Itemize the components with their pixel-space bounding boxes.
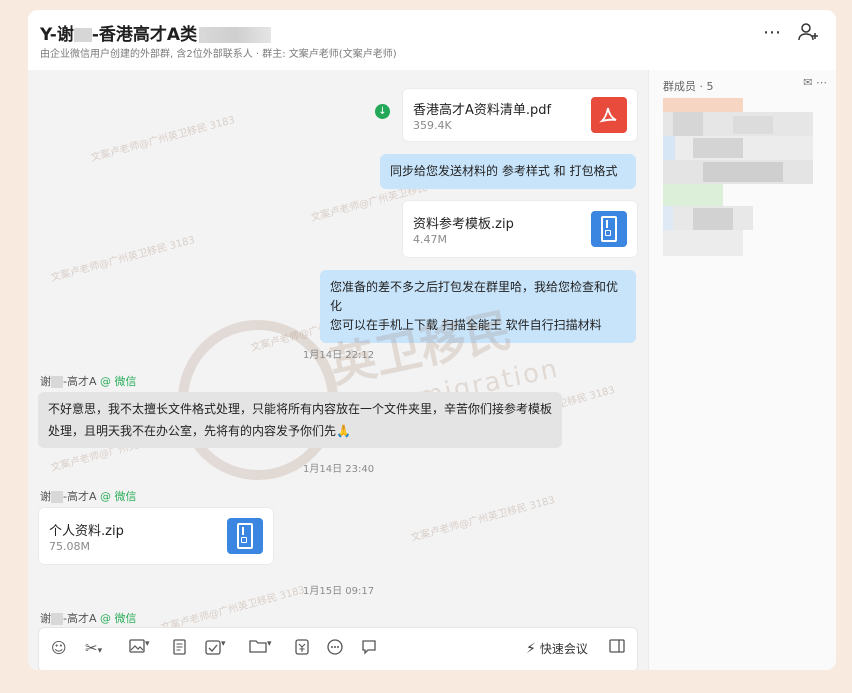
message-line: 不好意思，我不太擅长文件格式处理，只能将所有内容放在一个文件夹里，辛苦你们接参考… [48,402,553,416]
message-bubble-out: 同步给您发送材料的 参考样式 和 打包格式 [380,154,636,189]
chat-header: Y-谢 -香港高才A类 由企业微信用户创建的外部群, 含2位外部联系人 · 群主:… [28,10,836,70]
message-line: 处理，且明天我不在办公室，先将有的内容发予你们先🙏 [48,424,351,438]
message-area[interactable]: 文案卢老师@广州英卫移民 3183 文案卢老师@广州英卫移民 3183 文案卢老… [28,70,648,670]
message-timestamp: 1月14日 23:40 [303,464,375,475]
message-toolbar: ☺ ✂▾ ▾ ▾ ▾ ⚡ 快速会议 [38,627,638,670]
red-envelope-icon[interactable] [295,639,309,659]
document-icon[interactable] [173,639,186,659]
watermark-text: 文案卢老师@广州英卫移民 3183 [49,234,197,284]
file-size: 359.4K [413,119,452,132]
download-icon[interactable]: ↓ [375,104,390,119]
sidebar-actions: ✉ ⋯ [803,76,827,89]
scissors-icon[interactable]: ✂▾ [85,639,102,657]
title-main: -香港高才A类 [91,25,198,45]
title-prefix: Y-谢 [40,25,74,45]
message-timestamp: 1月14日 22:12 [303,350,375,361]
message-timestamp: 1月15日 09:17 [303,586,375,597]
member-avatars-blurred [663,98,813,258]
pdf-icon [591,97,627,133]
file-message[interactable]: 香港高才A资料清单.pdf 359.4K [402,88,638,142]
file-name: 资料参考模板.zip [413,217,514,232]
file-message[interactable]: 资料参考模板.zip 4.47M [402,200,638,258]
group-subtitle: 由企业微信用户创建的外部群, 含2位外部联系人 · 群主: 文案卢老师(文案卢老… [40,49,397,60]
more-circle-icon[interactable] [327,639,343,659]
zip-icon [227,518,263,554]
redacted-title [199,27,272,43]
sender-name: 谢 -高才A @ 微信 [40,490,137,503]
file-message[interactable]: 个人资料.zip 75.08M [38,507,274,565]
lightning-icon: ⚡ [526,641,536,657]
message-line: 您准备的差不多之后打包发在群里哈，我给您检查和优化 [330,280,619,313]
emoji-icon[interactable]: ☺ [51,639,67,657]
group-title: Y-谢 -香港高才A类 [40,20,272,45]
file-size: 75.08M [49,540,90,553]
file-name: 香港高才A资料清单.pdf [413,103,552,118]
message-bubble-in: 不好意思，我不太擅长文件格式处理，只能将所有内容放在一个文件夹里，辛苦你们接参考… [38,392,562,448]
message-bubble-out: 您准备的差不多之后打包发在群里哈，我给您检查和优化 您可以在手机上下载 扫描全能… [320,270,636,343]
ellipsis-icon[interactable]: ⋯ [816,76,827,89]
image-icon[interactable]: ▾ [129,639,150,657]
file-name: 个人资料.zip [49,524,124,539]
add-person-icon[interactable] [798,22,820,47]
sender-name: 谢 -高才A @ 微信 [40,375,137,388]
mail-icon[interactable]: ✉ [803,76,812,89]
watermark-text: 文案卢老师@广州英卫移民 3183 [89,114,237,164]
watermark-text: 文案卢老师@广州英卫移民 3183 [409,494,557,544]
zip-icon [591,211,627,247]
chat-window: Y-谢 -香港高才A类 由企业微信用户创建的外部群, 含2位外部联系人 · 群主:… [28,10,836,670]
folder-icon[interactable]: ▾ [249,639,272,657]
quick-meeting-button[interactable]: ⚡ 快速会议 [526,640,588,657]
member-sidebar: 群成员 · 5 ✉ ⋯ [648,70,836,670]
ellipsis-icon[interactable]: ⋯ [763,22,781,43]
sidebar-toggle-icon[interactable] [609,639,625,657]
sender-name: 谢 -高才A @ 微信 [40,612,137,625]
redacted-name [73,28,92,42]
calendar-check-icon[interactable]: ▾ [205,639,226,659]
message-line: 您可以在手机上下载 扫描全能王 软件自行扫描材料 [330,318,602,332]
file-size: 4.47M [413,233,447,246]
member-count: 群成员 · 5 [663,80,714,93]
chat-bubble-icon[interactable] [361,639,377,659]
